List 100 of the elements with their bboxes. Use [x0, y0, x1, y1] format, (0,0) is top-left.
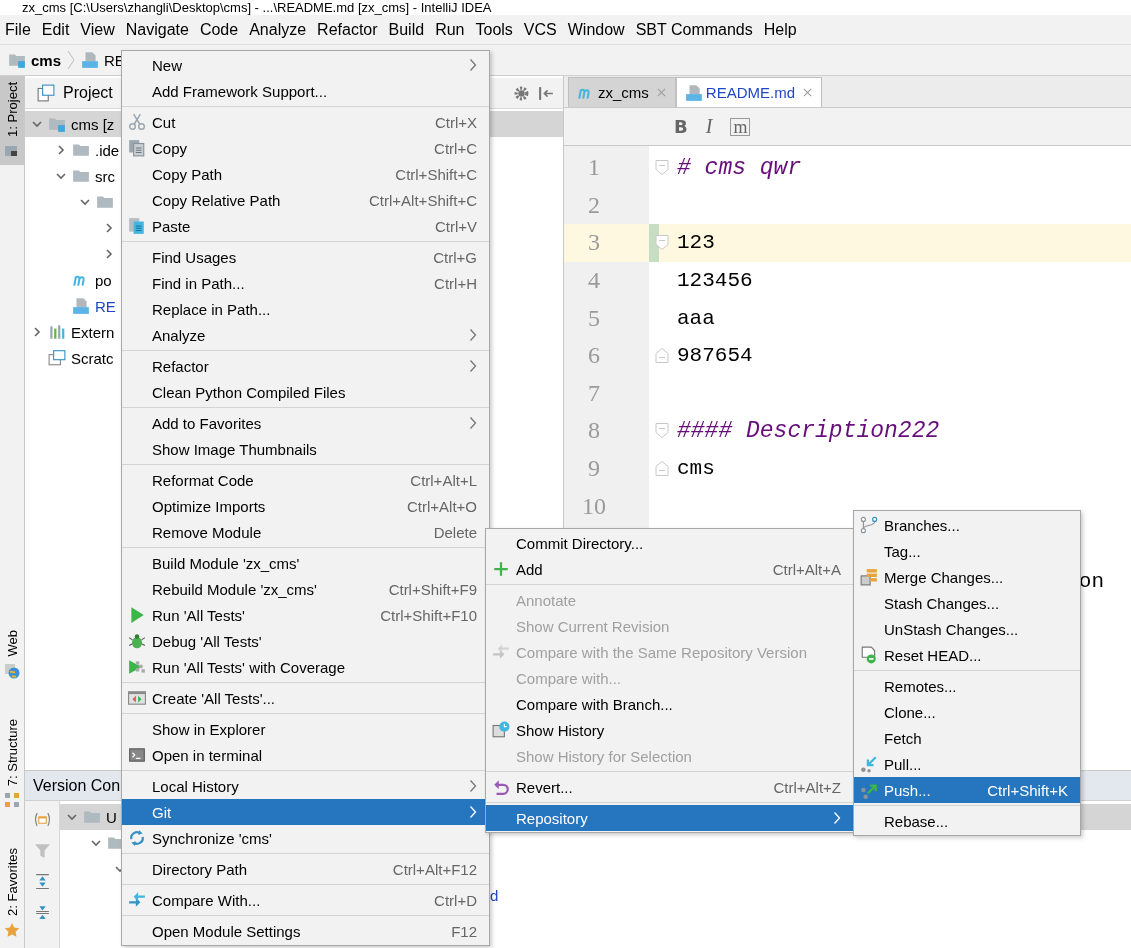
menu-item[interactable]: Copy Relative Path Ctrl+Alt+Shift+C: [122, 187, 489, 213]
folder-icon[interactable]: [33, 811, 51, 828]
settings-icon[interactable]: [513, 84, 530, 102]
menu-item[interactable]: Pull...: [854, 751, 1080, 777]
menu-item[interactable]: Paste Ctrl+V: [122, 213, 489, 239]
menu-item[interactable]: Compare With... Ctrl+D: [122, 887, 489, 913]
tree-item[interactable]: Scratc: [25, 345, 114, 371]
menu-item[interactable]: Run 'All Tests' Ctrl+Shift+F10: [122, 602, 489, 628]
format-button[interactable]: I: [705, 115, 713, 138]
menu-item[interactable]: Build Module 'zx_cms': [122, 550, 489, 576]
chevron-icon[interactable]: [55, 170, 67, 182]
menu-item[interactable]: Rebuild Module 'zx_cms' Ctrl+Shift+F9: [122, 576, 489, 602]
chevron-icon[interactable]: [66, 811, 78, 823]
menu-bar-item[interactable]: VCS: [520, 18, 565, 41]
menu-item[interactable]: Find in Path... Ctrl+H: [122, 270, 489, 296]
menu-item[interactable]: Open in terminal: [122, 742, 489, 768]
menu-item[interactable]: Stash Changes...: [854, 590, 1080, 616]
menu-bar-item[interactable]: Help: [760, 18, 805, 41]
menu-item[interactable]: Reformat Code Ctrl+Alt+L: [122, 467, 489, 493]
menu-item[interactable]: Create 'All Tests'...: [122, 685, 489, 711]
collapse-icon[interactable]: [538, 84, 555, 102]
chevron-icon[interactable]: [103, 222, 115, 234]
menu-item[interactable]: Optimize Imports Ctrl+Alt+O: [122, 493, 489, 519]
menu-item[interactable]: Add to Favorites: [122, 410, 489, 436]
tree-item[interactable]: po: [25, 267, 112, 293]
menu-item[interactable]: Reset HEAD...: [854, 642, 1080, 668]
fold-marker-icon[interactable]: [654, 422, 669, 440]
menu-item[interactable]: Remove Module Delete: [122, 519, 489, 545]
menu-item[interactable]: Local History: [122, 773, 489, 799]
menu-bar-item[interactable]: View: [77, 18, 123, 41]
expand-all-icon[interactable]: [33, 873, 51, 890]
menu-item[interactable]: Revert... Ctrl+Alt+Z: [486, 774, 853, 800]
panel-title[interactable]: Version Con: [33, 776, 121, 795]
menu-item[interactable]: Show History: [486, 717, 853, 743]
menu-item[interactable]: Refactor: [122, 353, 489, 379]
menu-item[interactable]: Add Ctrl+Alt+A: [486, 556, 853, 582]
menu-bar-item[interactable]: Refactor: [314, 18, 386, 41]
menu-item[interactable]: Find Usages Ctrl+G: [122, 244, 489, 270]
close-icon[interactable]: [802, 87, 814, 98]
menu-item[interactable]: Tag...: [854, 538, 1080, 564]
tool-window-tab[interactable]: 1: Project: [0, 76, 24, 165]
menu-item[interactable]: Show in Explorer: [122, 716, 489, 742]
menu-item[interactable]: UnStash Changes...: [854, 616, 1080, 642]
menu-item[interactable]: Copy Path Ctrl+Shift+C: [122, 161, 489, 187]
tool-window-tab[interactable]: 7: Structure: [0, 712, 24, 815]
menu-bar-item[interactable]: File: [2, 18, 39, 41]
menu-item[interactable]: Fetch: [854, 725, 1080, 751]
menu-bar-item[interactable]: Run: [432, 18, 473, 41]
menu-item[interactable]: Open Module Settings F12: [122, 918, 489, 944]
menu-item[interactable]: Remotes...: [854, 673, 1080, 699]
chevron-icon[interactable]: [90, 837, 102, 849]
editor-tab[interactable]: README.md: [675, 77, 823, 107]
menu-bar-item[interactable]: Window: [564, 18, 633, 41]
menu-item[interactable]: Commit Directory...: [486, 530, 853, 556]
menu-item[interactable]: Branches...: [854, 512, 1080, 538]
tool-window-tab[interactable]: 2: Favorites: [0, 842, 24, 944]
menu-item[interactable]: Copy Ctrl+C: [122, 135, 489, 161]
menu-bar-item[interactable]: SBT Commands: [632, 18, 761, 41]
fold-marker-icon[interactable]: [654, 234, 669, 252]
menu-item[interactable]: Replace in Path...: [122, 296, 489, 322]
menu-bar-item[interactable]: Build: [385, 18, 433, 41]
fold-marker-icon[interactable]: [654, 460, 669, 478]
menu-item[interactable]: Debug 'All Tests': [122, 628, 489, 654]
menu-item[interactable]: Clean Python Compiled Files: [122, 379, 489, 405]
chevron-icon[interactable]: [55, 144, 67, 156]
menu-bar-item[interactable]: Analyze: [246, 18, 315, 41]
menu-item[interactable]: Compare with Branch...: [486, 691, 853, 717]
menu-item[interactable]: Run 'All Tests' with Coverage: [122, 654, 489, 680]
editor-tab[interactable]: zx_cms: [568, 77, 676, 107]
collapse-all-icon[interactable]: [33, 904, 51, 921]
chevron-icon[interactable]: [31, 326, 43, 338]
menu-bar-item[interactable]: Edit: [38, 18, 78, 41]
menu-item[interactable]: Merge Changes...: [854, 564, 1080, 590]
menu-item[interactable]: Cut Ctrl+X: [122, 109, 489, 135]
menu-bar-item[interactable]: Code: [196, 18, 247, 41]
fold-marker-icon[interactable]: [654, 159, 669, 177]
menu-item[interactable]: Clone...: [854, 699, 1080, 725]
menu-item[interactable]: Add Framework Support...: [122, 78, 489, 104]
menu-item[interactable]: Directory Path Ctrl+Alt+F12: [122, 856, 489, 882]
tree-item[interactable]: src: [25, 163, 115, 189]
chevron-icon[interactable]: [31, 118, 43, 130]
menu-item[interactable]: Push... Ctrl+Shift+K: [854, 777, 1080, 803]
format-button[interactable]: B: [674, 116, 688, 137]
menu-bar-item[interactable]: Tools: [472, 18, 521, 41]
menu-item[interactable]: Analyze: [122, 322, 489, 348]
menu-item[interactable]: Rebase...: [854, 808, 1080, 834]
breadcrumb-item[interactable]: cms: [8, 51, 62, 69]
chevron-icon[interactable]: [79, 196, 91, 208]
format-button[interactable]: m: [730, 117, 751, 136]
menu-bar-item[interactable]: Navigate: [122, 18, 197, 41]
menu-item[interactable]: Synchronize 'cms': [122, 825, 489, 851]
fold-marker-icon[interactable]: [654, 347, 669, 365]
tree-item[interactable]: RE: [25, 293, 116, 319]
tool-window-tab[interactable]: Web: [0, 624, 24, 685]
menu-item[interactable]: Show Image Thumbnails: [122, 436, 489, 462]
menu-item[interactable]: New: [122, 52, 489, 78]
chevron-icon[interactable]: [103, 248, 115, 260]
tree-item[interactable]: .ide: [25, 137, 120, 163]
menu-item[interactable]: Repository: [486, 805, 853, 831]
tree-item[interactable]: Extern: [25, 319, 115, 345]
